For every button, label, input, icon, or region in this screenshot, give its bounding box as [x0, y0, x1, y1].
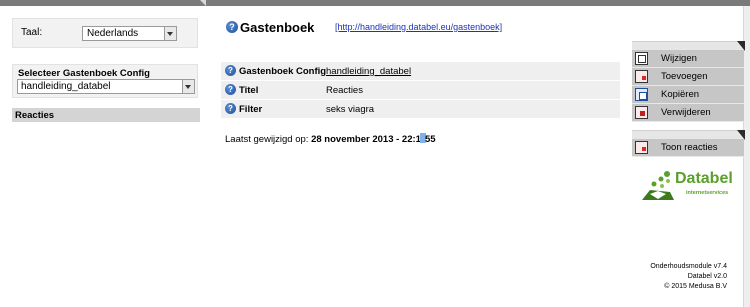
top-bar [0, 0, 750, 6]
help-icon[interactable]: ? [225, 84, 236, 95]
scrollbar[interactable] [743, 6, 750, 307]
prop-row-filter: ? Filter seks viagra [221, 100, 620, 118]
copy-icon [635, 88, 648, 101]
add-button[interactable]: Toevoegen [632, 68, 744, 86]
prop-key: Titel [239, 85, 259, 96]
copy-button[interactable]: Kopiëren [632, 86, 744, 104]
prop-row-titel: ? Titel Reacties [221, 81, 620, 99]
gastenboek-url-link[interactable]: [http://handleiding.databel.eu/gastenboe… [335, 22, 502, 32]
help-icon[interactable]: ? [225, 103, 236, 114]
last-modified-date-part2: 55 [424, 134, 436, 145]
help-icon[interactable]: ? [226, 21, 238, 33]
page-title: Gastenboek [240, 20, 315, 35]
language-box: Taal: Nederlands [12, 18, 198, 48]
config-select[interactable]: handleiding_databel [17, 79, 195, 94]
chevron-down-icon[interactable] [182, 80, 194, 93]
delete-button[interactable]: Verwijderen [632, 104, 744, 122]
reacties-label: Reacties [15, 110, 55, 121]
footer-version-app: Databel v2.0 [687, 273, 727, 280]
language-value: Nederlands [87, 28, 139, 39]
help-icon[interactable]: ? [225, 65, 236, 76]
copy-label: Kopiëren [661, 89, 700, 100]
chevron-down-icon[interactable] [164, 27, 176, 40]
prop-value: seks viagra [326, 104, 375, 115]
logo-name: Databel [675, 170, 733, 187]
delete-label: Verwijderen [661, 107, 711, 118]
add-label: Toevoegen [661, 71, 708, 82]
logo-tagline: internetservices [686, 190, 729, 196]
top-bar-notch [200, 0, 206, 6]
footer-copyright: © 2015 Medusa B.V [664, 283, 727, 290]
prop-key: Filter [239, 104, 263, 115]
config-value: handleiding_databel [21, 81, 111, 92]
footer-version-module: Onderhoudsmodule v7.4 [650, 263, 727, 270]
config-box: Selecteer Gastenboek Config handleiding_… [12, 64, 198, 98]
footer: Onderhoudsmodule v7.4 Databel v2.0 © 201… [650, 262, 727, 292]
prop-value-link[interactable]: handleiding_databel [326, 66, 411, 77]
prop-key: Gastenboek Config [239, 66, 327, 77]
reacties-section[interactable]: Reacties [12, 108, 200, 122]
language-label: Taal: [21, 27, 43, 38]
edit-label: Wijzigen [661, 53, 697, 64]
language-select[interactable]: Nederlands [82, 26, 177, 41]
last-modified: Laatst gewijzigd op: 28 november 2013 - … [225, 133, 436, 145]
edit-button[interactable]: Wijzigen [632, 50, 744, 68]
add-icon [635, 70, 648, 83]
show-reactions-label: Toon reacties [661, 142, 718, 153]
reactions-icon [635, 141, 648, 154]
prop-row-config: ? Gastenboek Config handleiding_databel [221, 62, 620, 80]
config-title: Selecteer Gastenboek Config [18, 68, 150, 79]
prop-value: Reacties [326, 85, 363, 96]
databel-logo-icon [642, 171, 674, 200]
delete-icon [635, 106, 648, 119]
last-modified-label: Laatst gewijzigd op: [225, 134, 312, 145]
databel-logo: Databel internetservices [640, 170, 740, 204]
show-reactions-button[interactable]: Toon reacties [632, 139, 744, 157]
last-modified-date-part1: 28 november 2013 - 22:1 [311, 134, 421, 145]
edit-icon [635, 52, 648, 65]
